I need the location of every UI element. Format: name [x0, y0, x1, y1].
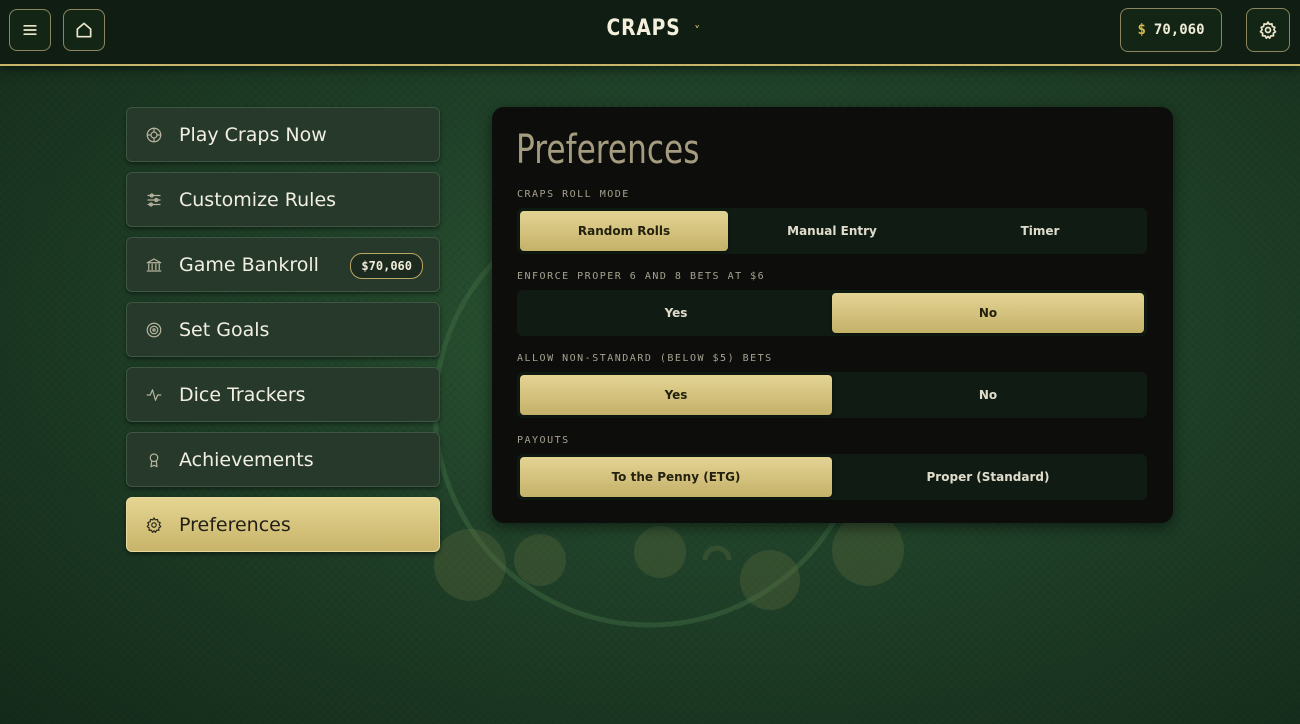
chevron-down-icon: ˅ [694, 23, 701, 38]
game-selector[interactable]: CRAPS ˅ [0, 16, 1300, 41]
bankroll-badge: $70,060 [350, 253, 423, 279]
option-yes[interactable]: Yes [520, 375, 832, 415]
non-standard-bets-label: ALLOW NON-STANDARD (BELOW $5) BETS [517, 353, 773, 364]
preferences-panel: Preferences CRAPS ROLL MODE Random Rolls… [492, 107, 1173, 523]
enforce-6-8-selector: Yes No [517, 290, 1147, 336]
sidebar-item-label: Play Craps Now [179, 123, 327, 146]
settings-button[interactable] [1246, 8, 1290, 52]
sidebar-item-label: Preferences [179, 513, 291, 536]
payouts-selector: To the Penny (ETG) Proper (Standard) [517, 454, 1147, 500]
roll-mode-selector: Random Rolls Manual Entry Timer [517, 208, 1147, 254]
poker-chip-icon [145, 126, 163, 144]
sidebar-item-label: Set Goals [179, 318, 270, 341]
non-standard-bets-selector: Yes No [517, 372, 1147, 418]
payouts-label: PAYOUTS [517, 435, 570, 446]
option-no[interactable]: No [832, 293, 1144, 333]
bankroll-amount: 70,060 [1153, 22, 1205, 38]
option-timer[interactable]: Timer [936, 211, 1144, 251]
option-to-the-penny[interactable]: To the Penny (ETG) [520, 457, 832, 497]
enforce-6-8-label: ENFORCE PROPER 6 AND 8 BETS AT $6 [517, 271, 766, 282]
sidebar-item-label: Game Bankroll [179, 253, 319, 276]
option-yes[interactable]: Yes [520, 293, 832, 333]
option-proper-standard[interactable]: Proper (Standard) [832, 457, 1144, 497]
dollar-icon: $ [1137, 22, 1146, 38]
sidebar-nav: Play Craps Now Customize Rules Game Bank… [126, 107, 440, 562]
activity-icon [145, 386, 163, 404]
roll-mode-label: CRAPS ROLL MODE [517, 189, 630, 200]
gear-icon [1259, 21, 1277, 40]
bank-icon [145, 256, 163, 274]
gear-icon [145, 516, 163, 534]
top-bar: CRAPS ˅ $ 70,060 [0, 0, 1300, 66]
sidebar-item-dice-trackers[interactable]: Dice Trackers [126, 367, 440, 422]
sidebar-item-play-craps-now[interactable]: Play Craps Now [126, 107, 440, 162]
sliders-icon [145, 191, 163, 209]
option-manual-entry[interactable]: Manual Entry [728, 211, 936, 251]
sidebar-item-customize-rules[interactable]: Customize Rules [126, 172, 440, 227]
sidebar-item-set-goals[interactable]: Set Goals [126, 302, 440, 357]
sidebar-item-game-bankroll[interactable]: Game Bankroll $70,060 [126, 237, 440, 292]
sidebar-item-label: Customize Rules [179, 188, 337, 211]
panel-title: Preferences [516, 127, 700, 173]
sidebar-item-achievements[interactable]: Achievements [126, 432, 440, 487]
option-no[interactable]: No [832, 375, 1144, 415]
option-random-rolls[interactable]: Random Rolls [520, 211, 728, 251]
page-title: CRAPS [606, 16, 681, 41]
sidebar-item-label: Dice Trackers [179, 383, 306, 406]
bankroll-button[interactable]: $ 70,060 [1120, 8, 1222, 52]
sidebar-item-preferences[interactable]: Preferences [126, 497, 440, 552]
sidebar-item-label: Achievements [179, 448, 314, 471]
award-icon [145, 451, 163, 469]
target-icon [145, 321, 163, 339]
